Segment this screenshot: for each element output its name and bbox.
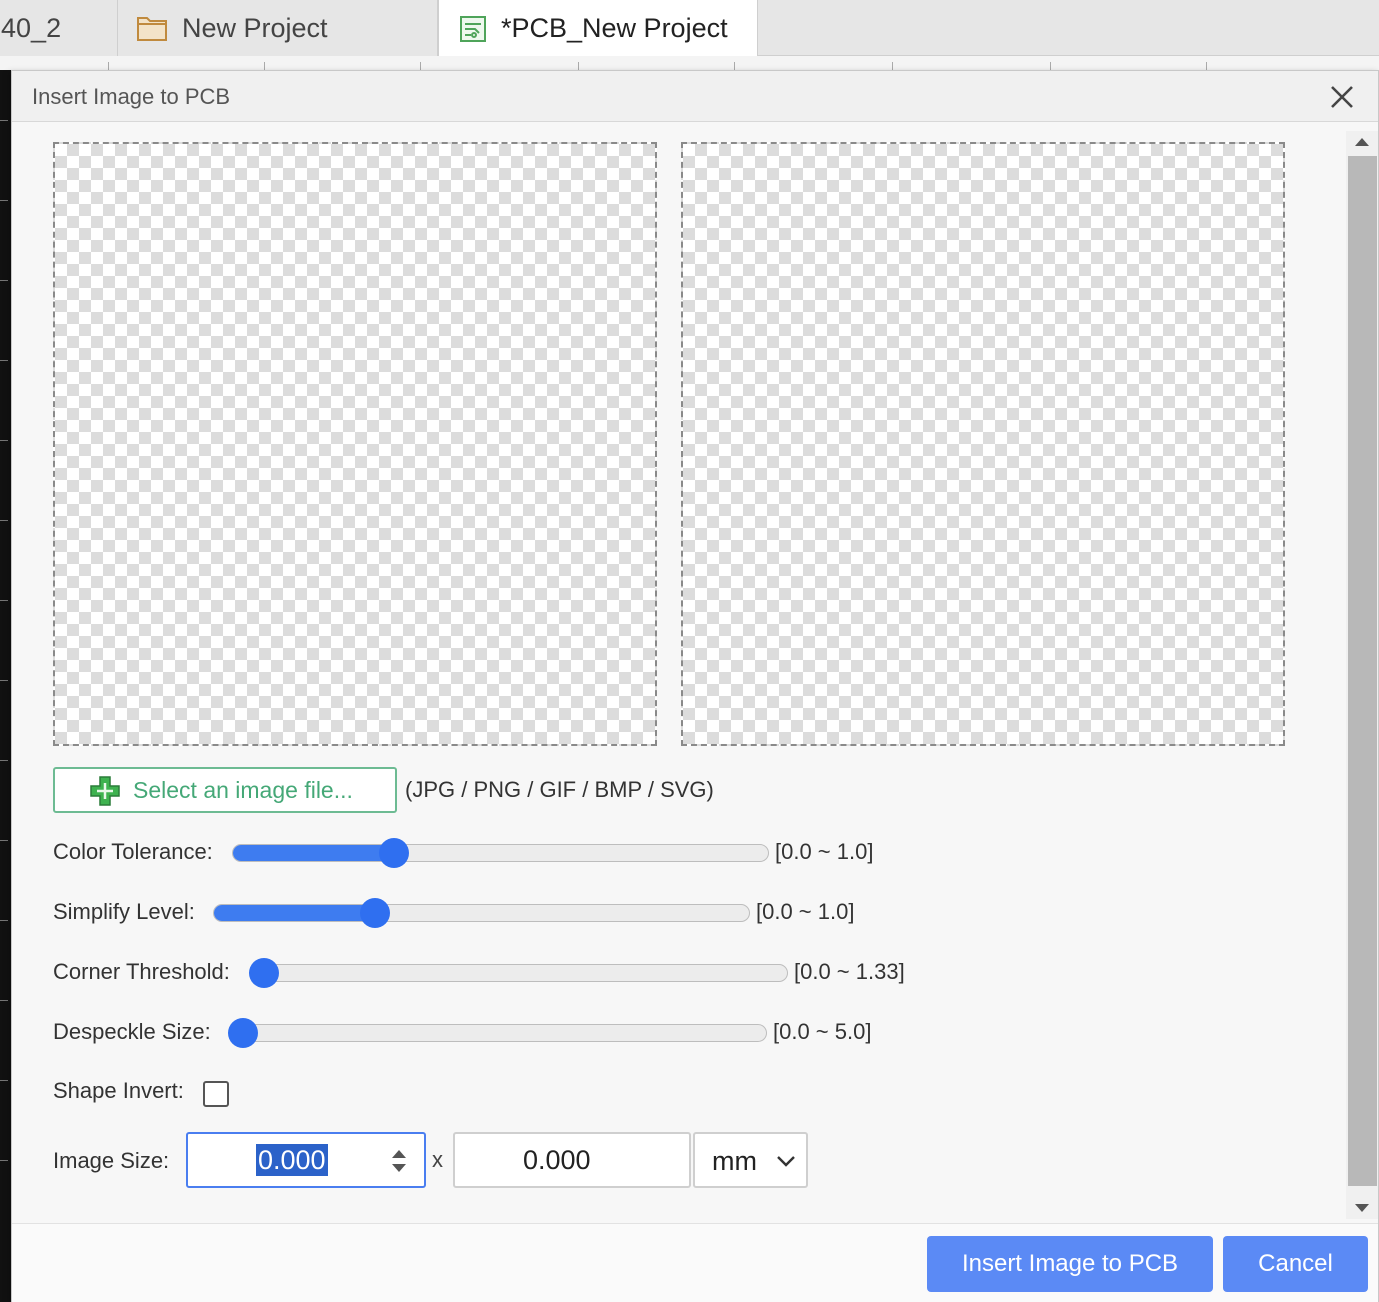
slider-handle[interactable]	[359, 898, 390, 928]
slider-handle[interactable]	[249, 958, 279, 988]
insert-image-button[interactable]: Insert Image to PCB	[927, 1236, 1213, 1292]
image-width-value: 0.000	[256, 1144, 328, 1176]
dialog-scrollbar[interactable]	[1346, 131, 1378, 1219]
tab-label: 040_2	[0, 12, 62, 43]
scroll-up-icon[interactable]	[1354, 135, 1370, 147]
despeckle-size-label: Despeckle Size:	[53, 1019, 211, 1044]
color-tolerance-slider[interactable]	[232, 838, 769, 868]
despeckle-size-range: [0.0 ~ 5.0]	[773, 1019, 872, 1044]
image-height-value: 0.000	[523, 1145, 591, 1175]
slider-handle[interactable]	[378, 838, 409, 868]
color-tolerance-label: Color Tolerance:	[53, 839, 213, 864]
shape-invert-checkbox[interactable]	[203, 1081, 229, 1107]
chevron-down-icon	[777, 1156, 795, 1167]
add-icon	[90, 776, 120, 806]
folder-icon	[137, 17, 167, 41]
supported-formats: (JPG / PNG / GIF / BMP / SVG)	[405, 777, 714, 802]
ruler	[0, 56, 1379, 70]
image-size-label: Image Size:	[53, 1148, 170, 1173]
result-image-preview	[681, 142, 1285, 746]
simplify-level-label: Simplify Level:	[53, 899, 195, 924]
corner-threshold-slider[interactable]	[249, 958, 788, 988]
dialog-header: Insert Image to PCB	[12, 71, 1378, 122]
cancel-button[interactable]: Cancel	[1223, 1236, 1368, 1292]
simplify-level-range: [0.0 ~ 1.0]	[756, 899, 855, 924]
tab-new-project[interactable]: New Project	[118, 0, 438, 56]
tab-label: New Project	[182, 12, 328, 43]
color-tolerance-range: [0.0 ~ 1.0]	[775, 839, 874, 864]
unit-select[interactable]: mm	[693, 1132, 808, 1188]
select-image-label: Select an image file...	[133, 776, 353, 803]
tab-bar: 040_2 New Project *PCB_New Project	[0, 0, 1379, 57]
select-image-file-button[interactable]: Select an image file...	[53, 767, 397, 813]
scrollbar-thumb[interactable]	[1348, 156, 1377, 1186]
unit-value: mm	[712, 1146, 757, 1176]
despeckle-size-slider[interactable]	[228, 1018, 767, 1048]
dialog-title: Insert Image to PCB	[32, 84, 231, 109]
pcb-icon	[460, 15, 486, 42]
tab-pcb-new-project[interactable]: *PCB_New Project	[438, 0, 758, 57]
corner-threshold-label: Corner Threshold:	[53, 959, 230, 984]
source-image-preview	[53, 142, 657, 746]
close-icon[interactable]	[1328, 83, 1356, 111]
image-width-input[interactable]: 0.000	[186, 1132, 426, 1188]
stepper-icon[interactable]	[388, 1146, 410, 1176]
tab-label: *PCB_New Project	[501, 13, 728, 43]
simplify-level-slider[interactable]	[213, 898, 750, 928]
insert-image-dialog: Insert Image to PCB Select an image file…	[11, 70, 1379, 1302]
slider-fill	[233, 845, 394, 861]
tab-040-2[interactable]: 040_2	[0, 0, 118, 56]
scroll-down-icon[interactable]	[1354, 1203, 1370, 1215]
size-separator: x	[432, 1147, 443, 1172]
corner-threshold-range: [0.0 ~ 1.33]	[794, 959, 905, 984]
dialog-footer: Insert Image to PCB Cancel	[12, 1223, 1378, 1302]
shape-invert-label: Shape Invert:	[53, 1078, 184, 1103]
image-height-input[interactable]: 0.000	[453, 1132, 691, 1188]
slider-fill	[214, 905, 375, 921]
slider-handle[interactable]	[228, 1018, 258, 1048]
